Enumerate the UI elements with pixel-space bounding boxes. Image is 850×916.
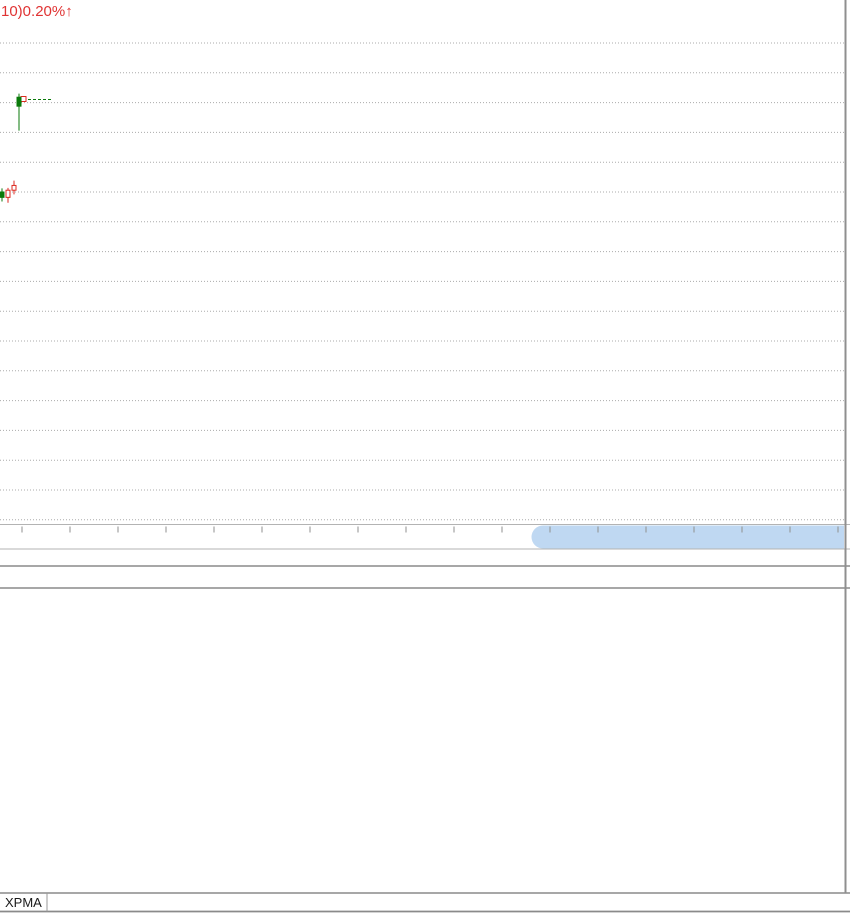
candles-layer — [0, 93, 22, 203]
candle-up — [5, 189, 11, 198]
panel-frame — [0, 0, 850, 913]
price-gridlines — [0, 42, 845, 521]
footer-indicator-label: XPMA — [5, 895, 42, 910]
candle-up — [11, 184, 17, 191]
date-axis-band — [0, 524, 850, 550]
chart-canvas[interactable] — [0, 0, 850, 916]
preclose-marker — [20, 96, 53, 102]
axis-highlight — [531, 525, 844, 549]
indicator-readout: 10)0.20%↑ — [1, 3, 73, 20]
candle-down — [16, 96, 22, 107]
candle-down — [0, 191, 5, 198]
trading-chart-window: 10)0.20%↑ XPMA — [0, 0, 850, 916]
